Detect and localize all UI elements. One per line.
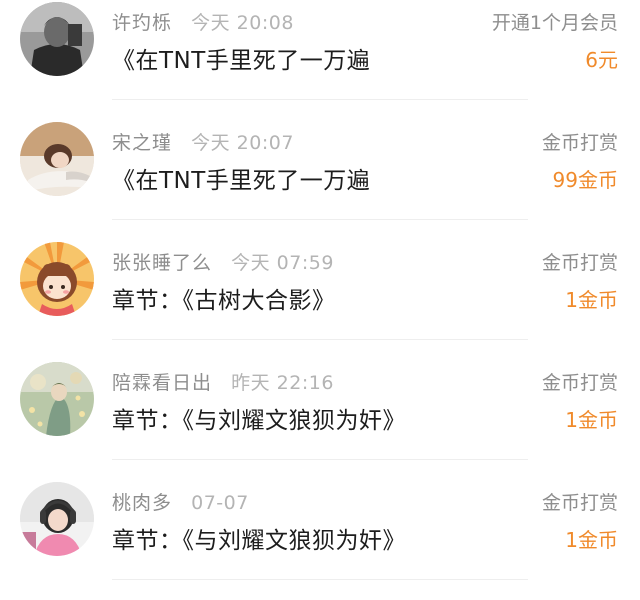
avatar[interactable] (20, 242, 94, 316)
record-title[interactable]: 《在TNT手里死了一万遍 (112, 41, 370, 75)
avatar[interactable] (20, 482, 94, 556)
record-title[interactable]: 章节：《与刘耀文狼狈为奸》 (112, 401, 406, 435)
list-item[interactable]: 宋之瑾 今天 20:07 《在TNT手里死了一万遍 金币打赏 99金币 (0, 120, 640, 239)
username[interactable]: 陪霖看日出 (112, 372, 212, 394)
timestamp: 07-07 (191, 492, 249, 514)
reward-amount: 1金币 (565, 288, 618, 312)
username[interactable]: 许玓栎 (112, 12, 172, 34)
reward-record-list: 许玓栎 今天 20:08 《在TNT手里死了一万遍 开通1个月会员 6元 宋之瑾… (0, 0, 640, 600)
avatar[interactable] (20, 2, 94, 76)
reward-amount: 1金币 (565, 528, 618, 552)
record-title[interactable]: 章节：《与刘耀文狼狈为奸》 (112, 521, 406, 555)
reward-type: 金币打赏 (541, 372, 618, 394)
reward-amount: 6元 (585, 48, 618, 72)
timestamp: 今天 20:07 (191, 132, 294, 154)
divider (112, 219, 528, 220)
reward-type: 开通1个月会员 (491, 12, 618, 34)
record-title[interactable]: 《在TNT手里死了一万遍 (112, 161, 370, 195)
avatar-bw-portrait-icon (20, 2, 94, 76)
divider (112, 579, 528, 580)
avatar-floral-illustration-icon (20, 362, 94, 436)
list-item[interactable]: 张张睡了么 今天 07:59 章节：《古树大合影》 金币打赏 1金币 (0, 240, 640, 359)
list-item[interactable]: 陪霖看日出 昨天 22:16 章节：《与刘耀文狼狈为奸》 金币打赏 1金币 (0, 360, 640, 479)
timestamp: 今天 20:08 (191, 12, 294, 34)
record-meta: 宋之瑾 今天 20:07 (112, 128, 294, 156)
reward-type: 金币打赏 (541, 252, 618, 274)
avatar-headphones-girl-icon (20, 482, 94, 556)
record-meta: 桃肉多 07-07 (112, 488, 249, 516)
reward-amount: 99金币 (552, 168, 618, 192)
divider (112, 339, 528, 340)
record-title[interactable]: 章节：《古树大合影》 (112, 281, 336, 315)
divider (112, 459, 528, 460)
avatar[interactable] (20, 362, 94, 436)
list-item[interactable]: 桃肉多 07-07 章节：《与刘耀文狼狈为奸》 金币打赏 1金币 (0, 480, 640, 599)
divider (112, 99, 528, 100)
list-item[interactable]: 许玓栎 今天 20:08 《在TNT手里死了一万遍 开通1个月会员 6元 (0, 0, 640, 119)
avatar[interactable] (20, 122, 94, 196)
username[interactable]: 桃肉多 (112, 492, 172, 514)
username[interactable]: 张张睡了么 (112, 252, 212, 274)
reward-type: 金币打赏 (541, 492, 618, 514)
reward-amount: 1金币 (565, 408, 618, 432)
avatar-cartoon-girl-icon (20, 242, 94, 316)
username[interactable]: 宋之瑾 (112, 132, 172, 154)
timestamp: 昨天 22:16 (231, 372, 334, 394)
avatar-person-lying-icon (20, 122, 94, 196)
reward-type: 金币打赏 (541, 132, 618, 154)
timestamp: 今天 07:59 (231, 252, 334, 274)
record-meta: 张张睡了么 今天 07:59 (112, 248, 334, 276)
record-meta: 许玓栎 今天 20:08 (112, 8, 294, 36)
record-meta: 陪霖看日出 昨天 22:16 (112, 368, 334, 396)
